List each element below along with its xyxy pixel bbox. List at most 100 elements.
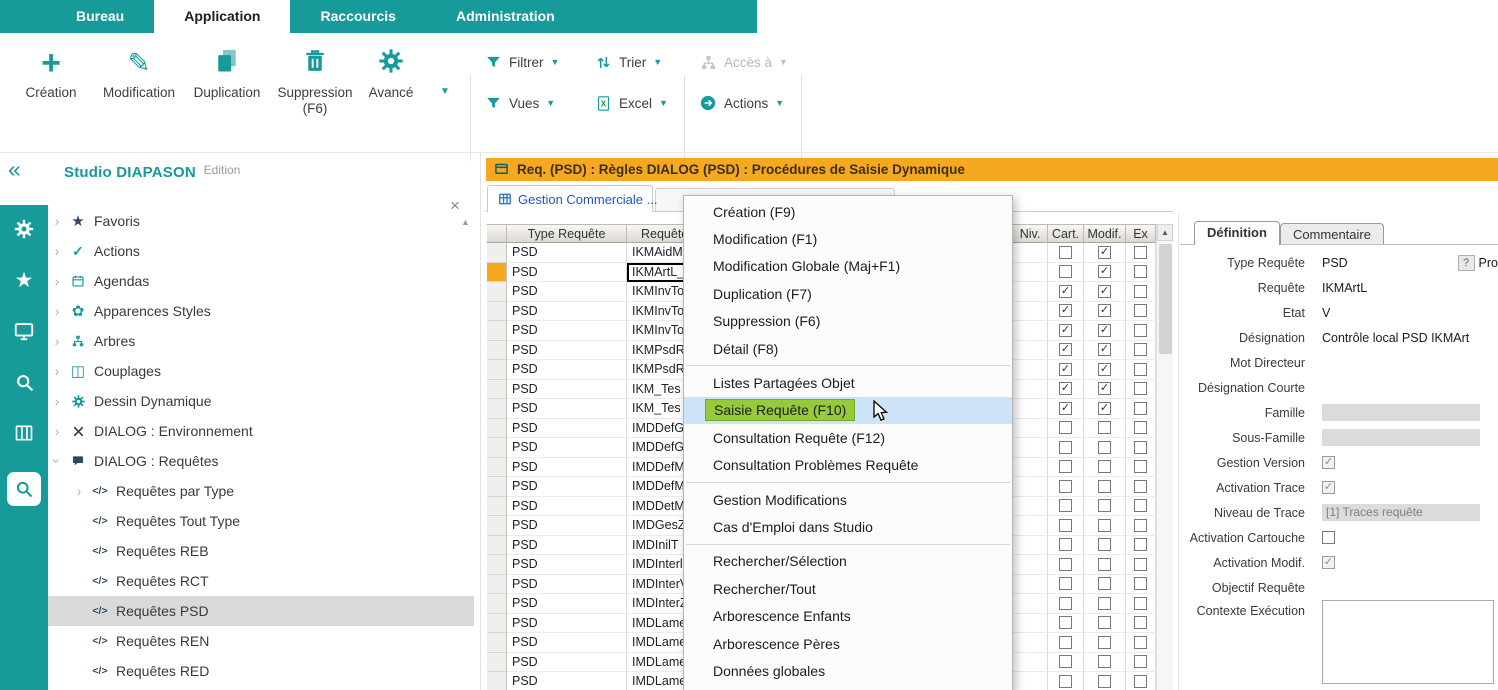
cell-cartouche[interactable] (1048, 380, 1084, 400)
cell-type-requete[interactable]: PSD (507, 536, 627, 556)
cell-modif[interactable] (1084, 594, 1126, 614)
modif-checkbox[interactable] (1098, 363, 1111, 376)
tab-bureau[interactable]: Bureau (46, 0, 154, 33)
cell-type-requete[interactable]: PSD (507, 614, 627, 634)
cell-exe[interactable] (1126, 653, 1156, 673)
exe-checkbox[interactable] (1134, 577, 1147, 590)
row-selector[interactable] (487, 633, 507, 653)
context-menu-item[interactable]: Cas d'Emploi dans Studio (684, 513, 1012, 540)
cell-type-requete[interactable]: PSD (507, 497, 627, 517)
cell-type-requete[interactable]: PSD (507, 399, 627, 419)
expander-icon[interactable]: › (49, 452, 65, 470)
tree-item[interactable]: › </> Requêtes par Type (48, 476, 474, 506)
exe-checkbox[interactable] (1134, 538, 1147, 551)
cartouche-checkbox[interactable] (1059, 480, 1072, 493)
help-button[interactable]: ? (1458, 255, 1475, 271)
cell-modif[interactable] (1084, 497, 1126, 517)
cell-type-requete[interactable]: PSD (507, 341, 627, 361)
cell-exe[interactable] (1126, 263, 1156, 283)
tree-item[interactable]: </> Requêtes RCT (48, 566, 474, 596)
cartouche-checkbox[interactable] (1059, 597, 1072, 610)
cell-modif[interactable] (1084, 458, 1126, 478)
context-menu-item[interactable]: Création (F9) (684, 198, 1012, 225)
cell-cartouche[interactable] (1048, 555, 1084, 575)
settings-icon[interactable] (12, 217, 36, 241)
cell-cartouche[interactable] (1048, 360, 1084, 380)
cell-modif[interactable] (1084, 341, 1126, 361)
cell-type-requete[interactable]: PSD (507, 516, 627, 536)
context-menu-item[interactable]: Gestion Modifications (684, 486, 1012, 513)
cartouche-checkbox[interactable] (1059, 499, 1072, 512)
table-scrollbar[interactable]: ▲ (1156, 224, 1173, 690)
creation-button[interactable]: + Création (7, 41, 95, 117)
modif-checkbox[interactable] (1098, 538, 1111, 551)
exe-checkbox[interactable] (1134, 655, 1147, 668)
row-selector[interactable] (487, 419, 507, 439)
cartouche-checkbox[interactable] (1059, 655, 1072, 668)
modif-checkbox[interactable] (1098, 285, 1111, 298)
context-menu-item[interactable]: Détail (F8) (684, 335, 1012, 362)
modif-checkbox[interactable] (1098, 324, 1111, 337)
exe-checkbox[interactable] (1134, 304, 1147, 317)
cartouche-checkbox[interactable] (1059, 558, 1072, 571)
row-selector[interactable] (487, 380, 507, 400)
cell-type-requete[interactable]: PSD (507, 438, 627, 458)
cell-niveau[interactable] (1013, 575, 1048, 595)
modif-checkbox[interactable] (1098, 480, 1111, 493)
cell-modif[interactable] (1084, 380, 1126, 400)
exe-checkbox[interactable] (1134, 499, 1147, 512)
modif-checkbox[interactable] (1098, 616, 1111, 629)
cell-cartouche[interactable] (1048, 633, 1084, 653)
tree-item[interactable]: </> Requêtes PSD (48, 596, 474, 626)
collapse-sidebar-icon[interactable]: « (8, 156, 21, 183)
field-checkbox[interactable] (1322, 531, 1335, 544)
scroll-up-button[interactable]: ▲ (1157, 224, 1173, 241)
row-selector[interactable] (487, 263, 507, 283)
tab-commentaire[interactable]: Commentaire (1280, 223, 1384, 244)
cell-type-requete[interactable]: PSD (507, 633, 627, 653)
exe-checkbox[interactable] (1134, 246, 1147, 259)
modif-checkbox[interactable] (1098, 636, 1111, 649)
tab-gestion-commerciale[interactable]: Gestion Commerciale ... (487, 185, 653, 212)
modification-button[interactable]: ✎ Modification (95, 41, 183, 117)
cell-cartouche[interactable] (1048, 614, 1084, 634)
context-menu-item[interactable]: Arborescence Pères (684, 630, 1012, 657)
row-selector[interactable] (487, 497, 507, 517)
cell-modif[interactable] (1084, 399, 1126, 419)
cell-exe[interactable] (1126, 243, 1156, 263)
cell-niveau[interactable] (1013, 516, 1048, 536)
cartouche-checkbox[interactable] (1059, 421, 1072, 434)
cell-modif[interactable] (1084, 302, 1126, 322)
tree-item[interactable]: › DIALOG : Requêtes (48, 446, 474, 476)
context-menu-item[interactable]: Saisie Requête (F10) (684, 397, 1012, 424)
tab-administration[interactable]: Administration (426, 0, 585, 33)
cell-cartouche[interactable] (1048, 497, 1084, 517)
cell-cartouche[interactable] (1048, 419, 1084, 439)
cell-modif[interactable] (1084, 575, 1126, 595)
exe-checkbox[interactable] (1134, 480, 1147, 493)
cell-niveau[interactable] (1013, 497, 1048, 517)
cell-modif[interactable] (1084, 516, 1126, 536)
cartouche-checkbox[interactable] (1059, 460, 1072, 473)
suppression-button[interactable]: Suppression (F6) (271, 41, 359, 117)
exe-checkbox[interactable] (1134, 636, 1147, 649)
modif-checkbox[interactable] (1098, 519, 1111, 532)
exe-checkbox[interactable] (1134, 597, 1147, 610)
expander-icon[interactable]: › (48, 213, 66, 229)
row-selector[interactable] (487, 516, 507, 536)
cell-modif[interactable] (1084, 360, 1126, 380)
cell-cartouche[interactable] (1048, 536, 1084, 556)
cell-niveau[interactable] (1013, 594, 1048, 614)
cell-exe[interactable] (1126, 497, 1156, 517)
filtrer-button[interactable]: Filtrer ▼ (484, 51, 559, 73)
tab-raccourcis[interactable]: Raccourcis (290, 0, 425, 33)
row-selector[interactable] (487, 672, 507, 690)
cell-niveau[interactable] (1013, 614, 1048, 634)
modif-checkbox[interactable] (1098, 265, 1111, 278)
context-menu-item[interactable]: Arborescence Enfants (684, 602, 1012, 629)
modif-checkbox[interactable] (1098, 402, 1111, 415)
cell-niveau[interactable] (1013, 282, 1048, 302)
cartouche-checkbox[interactable] (1059, 538, 1072, 551)
cell-cartouche[interactable] (1048, 477, 1084, 497)
cell-exe[interactable] (1126, 438, 1156, 458)
